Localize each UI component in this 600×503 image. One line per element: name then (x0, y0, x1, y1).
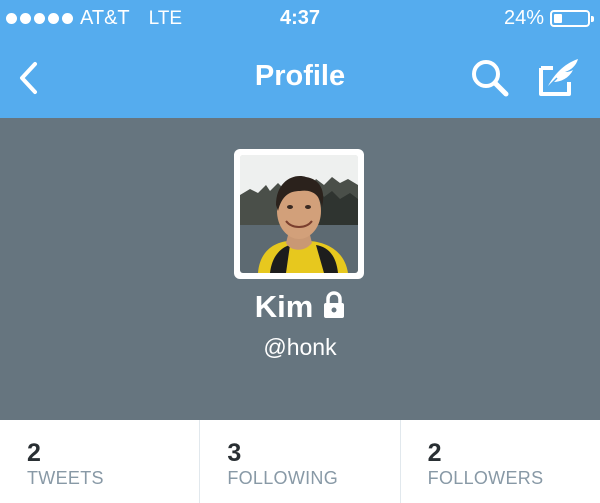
search-icon[interactable] (470, 58, 510, 98)
avatar[interactable] (234, 149, 364, 279)
profile-header: Kim @honk (0, 118, 600, 420)
profile-stats: 2 TWEETS 3 FOLLOWING 2 FOLLOWERS (0, 420, 600, 503)
battery-block: 24% (503, 7, 594, 30)
profile-handle: @honk (263, 334, 337, 360)
stat-tweets[interactable]: 2 TWEETS (0, 420, 199, 503)
battery-icon (550, 10, 594, 27)
top-bar: AT&T LTE 4:37 24% Profile (0, 0, 600, 118)
compose-tweet-icon[interactable] (537, 56, 581, 98)
avatar-photo (240, 155, 358, 273)
status-bar: AT&T LTE 4:37 24% (0, 0, 600, 38)
battery-nub (591, 16, 594, 22)
stat-following[interactable]: 3 FOLLOWING (199, 420, 399, 503)
navigation-bar: Profile (0, 38, 600, 118)
stat-count: 3 (227, 439, 242, 467)
profile-name: Kim (254, 289, 314, 324)
stat-followers[interactable]: 2 FOLLOWERS (399, 420, 600, 503)
stat-label: FOLLOWERS (427, 468, 544, 488)
battery-percent: 24% (503, 7, 544, 29)
lock-icon (324, 291, 345, 318)
stat-label: FOLLOWING (227, 468, 339, 488)
profile-name-row: Kim (0, 289, 600, 325)
stat-count: 2 (27, 439, 41, 467)
battery-fill (554, 14, 562, 23)
stat-count: 2 (427, 439, 442, 467)
page-title: Profile (254, 60, 346, 92)
stat-label: TWEETS (27, 468, 104, 488)
